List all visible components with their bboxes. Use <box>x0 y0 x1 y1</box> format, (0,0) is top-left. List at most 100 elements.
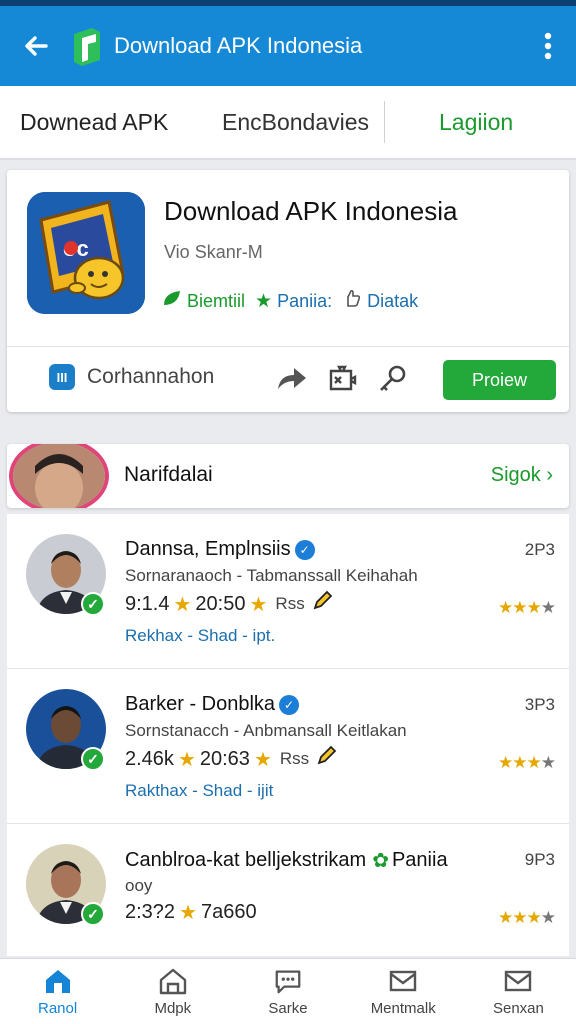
tab-encbondavies[interactable]: EncBondavies <box>222 109 384 136</box>
review-stat-2: 20:50 <box>195 592 246 615</box>
review-links[interactable]: Rekhax - Shad - ipt. <box>125 626 275 646</box>
category-label: Corhannahon <box>87 365 215 388</box>
hand-icon <box>342 288 362 314</box>
stat-rating: ★ Paniia: <box>255 290 332 313</box>
card-divider <box>7 346 569 347</box>
chat-icon <box>273 966 303 996</box>
share-icon[interactable] <box>267 360 317 396</box>
review-name-text: Canblroa-kat belljekstrikam <box>125 849 367 871</box>
category-row[interactable]: III Corhannahon <box>49 364 214 390</box>
star-empty-icon: ★ <box>540 598 556 617</box>
more-options-icon[interactable] <box>520 6 576 86</box>
review-name: Canblroa-kat belljekstrikam ✿ Paniia <box>125 848 448 873</box>
review-name-text: Barker - Donblka <box>125 693 276 715</box>
section-avatar <box>9 444 109 508</box>
tab-bar: Downead APK EncBondavies Lagiion <box>0 86 576 160</box>
review-name-extra: Paniia <box>391 849 448 871</box>
review-stats: 2:3?2 ★ 7a660 <box>125 900 257 925</box>
verified-check-icon: ✓ <box>81 747 105 771</box>
tab-download-apk[interactable]: Downead APK <box>20 109 222 136</box>
nav-item-senxan[interactable]: Senxan <box>461 959 576 1024</box>
nav-item-mdpk[interactable]: Mdpk <box>115 959 230 1024</box>
star-rating: ★★★★ <box>498 598 556 618</box>
pencil-icon[interactable] <box>315 745 337 773</box>
review-name: Dannsa, Emplnsiis ✓ <box>125 538 315 561</box>
verified-check-icon: ✓ <box>81 902 105 926</box>
mail-icon <box>388 966 418 996</box>
star-icon: ★ <box>173 593 192 616</box>
review-stats: 9:1.4 ★ 20:50 ★ Rss <box>125 590 333 618</box>
nav-label: Ranol <box>38 1000 78 1017</box>
app-developer[interactable]: Vio Skanr-M <box>164 242 263 263</box>
list-item[interactable]: ✓ Barker - Donblka ✓ Sornstanacch - Anbma… <box>7 669 569 824</box>
key-icon[interactable] <box>367 360 417 396</box>
action-icons <box>267 360 417 396</box>
tab-lagiion[interactable]: Lagiion <box>439 109 513 136</box>
review-stat-2: 20:63 <box>199 747 250 770</box>
back-arrow-icon[interactable] <box>0 6 72 86</box>
nav-label: Mdpk <box>154 1000 192 1017</box>
star-icon: ★★★ <box>498 908 542 927</box>
category-icon: III <box>49 364 75 390</box>
list-item[interactable]: ✓ Canblroa-kat belljekstrikam ✿ Paniia ooy… <box>7 824 569 956</box>
review-subtitle: ooy <box>125 876 153 895</box>
review-stat-3: Rss <box>279 749 310 768</box>
star-empty-icon: ★ <box>540 908 556 927</box>
leaf-icon: ✿ <box>372 850 389 872</box>
app-name: Download APK Indonesia <box>164 196 458 226</box>
star-icon: ★ <box>249 593 268 616</box>
section-link-label: Sigok <box>490 464 541 486</box>
review-number: 9P3 <box>524 850 555 869</box>
stat-rating-label: Paniia: <box>277 290 333 311</box>
verified-badge-icon: ✓ <box>279 694 300 715</box>
section-header: Narifdalai Sigok › <box>7 444 569 508</box>
nav-label: Mentmalk <box>370 1000 436 1017</box>
nav-label: Senxan <box>492 1000 544 1017</box>
chevron-right-icon: › <box>546 464 553 486</box>
top-app-bar: Download APK Indonesia <box>0 0 576 86</box>
install-button[interactable]: Proiew <box>443 360 556 400</box>
review-subtitle: Sornaranaoch - Tabmanssall Keihahah <box>125 566 418 585</box>
stat-likes-label: Diatak <box>367 290 419 311</box>
envelope-icon <box>503 966 533 996</box>
star-icon: ★ <box>179 902 197 924</box>
star-empty-icon: ★ <box>540 753 556 772</box>
review-stat-2: 7a660 <box>201 901 257 923</box>
nav-item-ranol[interactable]: Ranol <box>0 959 115 1024</box>
app-logo-icon <box>72 26 102 66</box>
tab-divider <box>384 101 385 143</box>
review-name-text: Dannsa, Emplnsiis <box>125 538 291 560</box>
star-icon: ★★★ <box>498 598 542 617</box>
stat-likes: Diatak <box>342 288 418 314</box>
list-item[interactable]: ✓ Dannsa, Emplnsiis ✓ Sornaranaoch - Tabm… <box>7 514 569 669</box>
star-rating: ★★★★ <box>498 753 556 773</box>
review-links[interactable]: Rakthax - Shad - ijit <box>125 781 273 801</box>
review-list: ✓ Dannsa, Emplnsiis ✓ Sornaranaoch - Tabm… <box>7 514 569 956</box>
nav-item-sarke[interactable]: Sarke <box>230 959 345 1024</box>
section-see-more-link[interactable]: Sigok › <box>491 464 553 487</box>
bottom-navigation: Ranol Mdpk Sarke Mentmalk Senxan <box>0 958 576 1024</box>
star-icon: ★ <box>253 748 272 771</box>
review-number: 3P3 <box>524 695 555 714</box>
review-number: 2P3 <box>524 540 555 559</box>
review-stats: 2.46k ★ 20:63 ★ Rss <box>125 745 337 773</box>
house-outline-icon <box>158 966 188 996</box>
pencil-icon[interactable] <box>311 590 333 618</box>
puzzle-icon[interactable] <box>317 360 367 396</box>
star-icon: ★★★ <box>498 753 542 772</box>
app-stats: Biemtiil ★ Paniia: Diatak <box>162 288 428 314</box>
app-card: oc Download APK Indonesia Vio Skanr-M Bi… <box>7 170 569 412</box>
nav-item-mentmalk[interactable]: Mentmalk <box>346 959 461 1024</box>
star-icon: ★ <box>255 290 273 312</box>
review-stat-1: 2.46k <box>125 747 174 770</box>
section-title: Narifdalai <box>124 463 213 486</box>
review-subtitle: Sornstanacch - Anbmansall Keitlakan <box>125 721 407 740</box>
stat-downloads-label: Biemtiil <box>187 290 246 311</box>
star-icon: ★ <box>177 748 196 771</box>
review-stat-3: Rss <box>275 594 305 613</box>
leaf-icon <box>162 289 182 313</box>
verified-check-icon: ✓ <box>81 592 105 616</box>
top-bar-title: Download APK Indonesia <box>114 33 363 58</box>
review-stat-1: 9:1.4 <box>125 592 170 615</box>
app-icon[interactable]: oc <box>27 192 145 314</box>
